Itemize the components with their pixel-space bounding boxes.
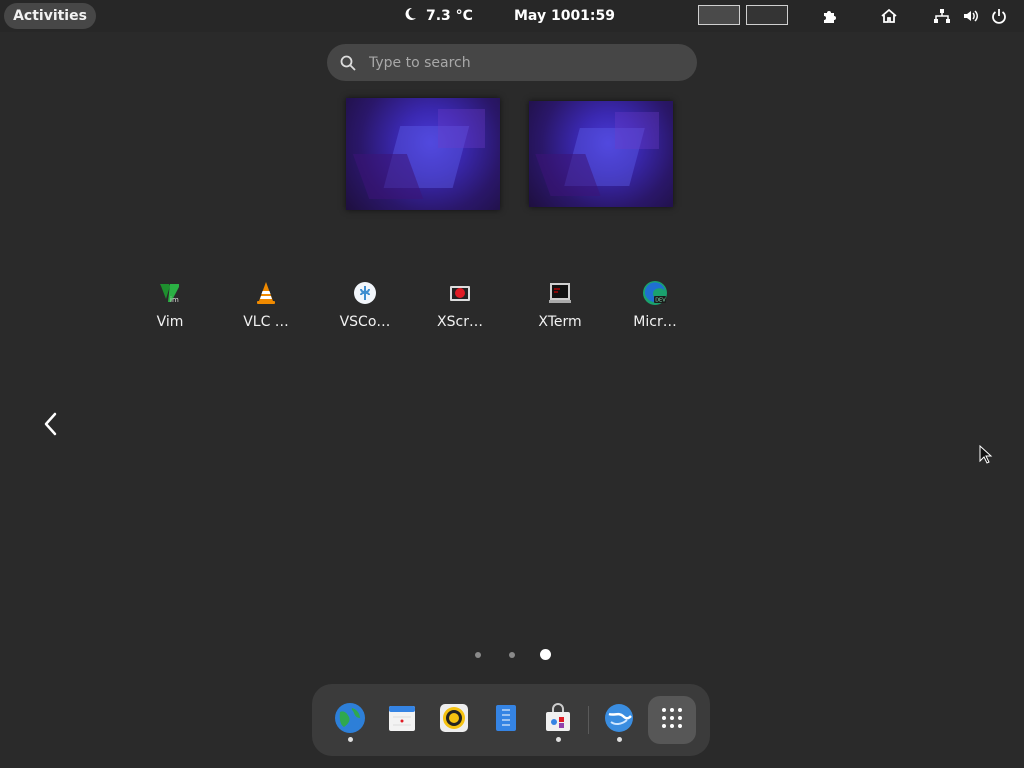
xterm-icon: [547, 280, 573, 306]
show-apps-button[interactable]: [648, 696, 696, 744]
calendar-icon: [387, 703, 417, 737]
app-xscreensaver[interactable]: XScr…: [420, 280, 500, 340]
microsoft-edge-dev-icon: DEV: [642, 280, 668, 306]
search-entry[interactable]: [327, 44, 697, 81]
chevron-left-icon: [42, 411, 58, 441]
vlc-icon: [253, 280, 279, 306]
dock-item-software[interactable]: [538, 700, 578, 740]
app-microsoft-edge-dev[interactable]: DEV Micr…: [615, 280, 695, 340]
running-indicator: [556, 737, 561, 742]
vscodium-icon: [352, 280, 378, 306]
clock-button[interactable]: May 10 01:59: [514, 0, 615, 32]
remote-globe-icon: [603, 702, 635, 738]
time-label: 01:59: [570, 8, 616, 24]
dock-item-remote-globe[interactable]: [599, 700, 639, 740]
weather-indicator[interactable]: 7.3 °C: [402, 0, 473, 32]
app-grid-icon: [660, 706, 684, 734]
search-input[interactable]: [367, 53, 671, 72]
mouse-pointer-icon: [979, 444, 993, 469]
app-label: XTerm: [538, 314, 582, 330]
previous-page-button[interactable]: [36, 410, 64, 442]
workspace-thumbnail-2[interactable]: [529, 101, 673, 207]
running-indicator: [348, 737, 353, 742]
browser-globe-icon: [334, 702, 366, 738]
extensions-icon[interactable]: [820, 6, 840, 26]
app-vlc[interactable]: VLC …: [226, 280, 306, 340]
power-icon[interactable]: [989, 6, 1009, 26]
app-label: XScr…: [437, 314, 483, 330]
app-xterm[interactable]: XTerm: [520, 280, 600, 340]
vim-icon: im: [157, 280, 183, 306]
top-bar: Activities 7.3 °C May 10 01:59: [0, 0, 1024, 32]
app-label: Micr…: [633, 314, 677, 330]
xscreensaver-icon: [447, 280, 473, 306]
home-icon[interactable]: [879, 6, 899, 26]
page-indicator-3[interactable]: [540, 649, 551, 660]
activities-button[interactable]: Activities: [4, 3, 96, 29]
dash: [312, 684, 710, 756]
dock-separator: [588, 706, 589, 734]
dock-item-text-editor[interactable]: [486, 700, 526, 740]
text-editor-icon: [491, 703, 521, 737]
running-indicator: [617, 737, 622, 742]
date-label: May 10: [514, 8, 571, 24]
dock-item-rhythmbox[interactable]: [434, 700, 474, 740]
rhythmbox-icon: [438, 702, 470, 738]
workspace-indicator-1[interactable]: [698, 5, 740, 25]
network-icon[interactable]: [932, 6, 952, 26]
temperature-label: 7.3 °C: [426, 8, 473, 24]
app-vim[interactable]: im Vim: [130, 280, 210, 340]
svg-text:DEV: DEV: [655, 298, 666, 304]
moon-icon: [402, 6, 418, 26]
app-label: VLC …: [243, 314, 289, 330]
volume-icon[interactable]: [961, 6, 981, 26]
page-indicator-1[interactable]: [475, 652, 481, 658]
search-icon: [339, 54, 357, 72]
dock-item-browser[interactable]: [330, 700, 370, 740]
page-indicator-2[interactable]: [509, 652, 515, 658]
app-vscodium[interactable]: VSCo…: [325, 280, 405, 340]
dock-item-calendar[interactable]: [382, 700, 422, 740]
workspace-indicator-2[interactable]: [746, 5, 788, 25]
software-store-icon: [543, 703, 573, 737]
app-label: VSCo…: [339, 314, 391, 330]
workspace-thumbnail-1[interactable]: [346, 98, 500, 210]
app-label: Vim: [156, 314, 184, 330]
svg-text:im: im: [170, 296, 179, 304]
